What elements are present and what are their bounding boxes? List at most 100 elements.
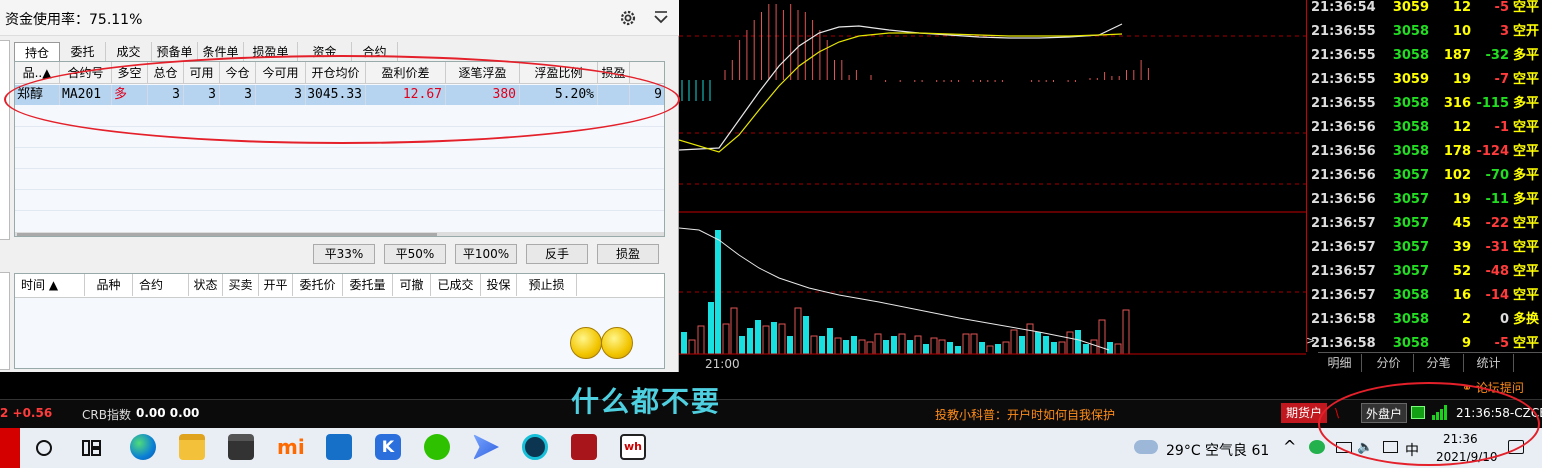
col-status[interactable]: 状态 xyxy=(189,274,223,296)
volume-icon[interactable]: 🔈 xyxy=(1357,440,1373,455)
col-available[interactable]: 可用 xyxy=(184,62,220,84)
network-icon[interactable] xyxy=(1383,441,1398,453)
wechat-icon[interactable] xyxy=(424,434,450,460)
scrollbar-thumb[interactable] xyxy=(17,233,437,236)
tick-volume: 52 xyxy=(1452,264,1471,279)
col-pre-stop[interactable]: 预止损 xyxy=(517,274,577,296)
col-filled[interactable]: 已成交 xyxy=(431,274,481,296)
media-icon[interactable] xyxy=(522,434,548,460)
search-icon[interactable] xyxy=(36,440,52,456)
close-50-button[interactable]: 平50% xyxy=(384,244,446,264)
volume-bar xyxy=(803,316,809,354)
mi-icon[interactable]: mi xyxy=(277,434,305,460)
wenhua-icon[interactable]: wh xyxy=(620,434,646,460)
col-stop-profit[interactable]: 损盈 xyxy=(598,62,630,84)
tab-funds[interactable]: 资金 xyxy=(298,42,352,62)
gear-icon[interactable] xyxy=(619,9,637,27)
mail-icon[interactable] xyxy=(326,434,352,460)
battery-icon[interactable] xyxy=(1336,442,1352,453)
tick-volume: 12 xyxy=(1452,120,1471,135)
tab-detail[interactable]: 明细 xyxy=(1318,354,1362,372)
start-area[interactable] xyxy=(0,428,20,468)
close-33-button[interactable]: 平33% xyxy=(313,244,375,264)
horizontal-scrollbar[interactable] xyxy=(15,232,664,236)
notification-icon[interactable] xyxy=(1508,440,1524,454)
col-time[interactable]: 时间 ▲ xyxy=(15,274,85,296)
investor-tip[interactable]: 投教小科普：开户时如何自我保护 xyxy=(935,406,1115,423)
close-100-button[interactable]: 平100% xyxy=(455,244,517,264)
file-explorer-icon[interactable] xyxy=(179,434,205,460)
col-order-qty[interactable]: 委托量 xyxy=(343,274,393,296)
col-avg-price[interactable]: 开仓均价 xyxy=(306,62,366,84)
tab-contracts[interactable]: 合约 xyxy=(352,42,398,62)
tick-oi-change: -115 xyxy=(1476,96,1509,111)
col-float-profit[interactable]: 逐笔浮盈 xyxy=(446,62,520,84)
col-today-available[interactable]: 今可用 xyxy=(256,62,306,84)
tab-conditional-orders[interactable]: 条件单 xyxy=(198,42,244,62)
cell-total: 3 xyxy=(148,85,184,105)
volume-bar xyxy=(1107,342,1113,354)
volume-bar xyxy=(827,328,833,354)
volume-bar xyxy=(970,333,978,355)
crb-label: CRB指数 xyxy=(82,408,131,422)
col-today[interactable]: 今仓 xyxy=(220,62,256,84)
cell-contract: MA201 xyxy=(62,85,112,105)
volume-bar xyxy=(1035,332,1041,354)
col-side[interactable]: 多空 xyxy=(112,62,148,84)
col-contract[interactable]: 合约号 xyxy=(60,62,112,84)
taskbar-time[interactable]: 21:36 xyxy=(1443,432,1478,446)
table-row[interactable]: 郑醇 MA201 多 3 3 3 3 3045.33 12.67 380 5.2… xyxy=(15,85,664,105)
tick-oi-change: -124 xyxy=(1476,144,1509,159)
stop-profit-button[interactable]: 损盈 xyxy=(597,244,659,264)
col-product[interactable]: 品..▲ xyxy=(15,62,60,84)
tick-type: 空平 xyxy=(1513,288,1540,303)
chevron-down-icon[interactable] xyxy=(652,9,670,27)
k-app-icon[interactable]: K xyxy=(375,434,401,460)
tick-row: 21:36:57 3057 52 -48 空平 xyxy=(1307,260,1542,284)
volume-bar xyxy=(1010,329,1018,355)
task-view-icon[interactable] xyxy=(82,438,102,458)
forum-link[interactable]: ⚭ 论坛提问 xyxy=(1462,379,1524,396)
wechat-tray-icon[interactable] xyxy=(1309,440,1325,454)
tab-trades[interactable]: 成交 xyxy=(106,42,152,62)
volume-bar xyxy=(1043,336,1049,354)
futures-account-button[interactable]: 期货户 xyxy=(1281,403,1327,423)
tab-stop-orders[interactable]: 损盈单 xyxy=(244,42,298,62)
tick-oi-change: -1 xyxy=(1494,120,1509,135)
reverse-button[interactable]: 反手 xyxy=(526,244,588,264)
col-hedge[interactable]: 投保 xyxy=(481,274,517,296)
tick-time: 21:36:56 xyxy=(1311,144,1376,159)
edge-icon[interactable] xyxy=(130,434,156,460)
weather-text[interactable]: 29°C 空气良 61 xyxy=(1166,440,1269,460)
col-contract[interactable]: 合约 xyxy=(133,274,189,296)
tab-positions[interactable]: 持仓 xyxy=(14,42,60,62)
volume-bar xyxy=(810,335,818,355)
col-variety[interactable]: 品种 xyxy=(85,274,133,296)
col-open-close[interactable]: 开平 xyxy=(259,274,293,296)
trading-app-icon[interactable] xyxy=(571,434,597,460)
tick-type: 多平 xyxy=(1513,48,1540,63)
chevron-up-icon[interactable]: ^ xyxy=(1283,437,1296,456)
taskbar-date[interactable]: 2021/9/10 xyxy=(1436,450,1498,464)
tick-price: 3058 xyxy=(1392,120,1429,135)
screen: 资金使用率：75.11% 持仓 委托 成交 预备单 条件单 损盈单 资金 合约 xyxy=(0,0,1542,468)
ime-indicator[interactable]: 中 xyxy=(1405,440,1419,460)
volume-bar xyxy=(1066,331,1074,355)
store-icon[interactable] xyxy=(228,434,254,460)
volume-bar xyxy=(1090,339,1098,355)
col-cancelable[interactable]: 可撤 xyxy=(393,274,431,296)
outer-account-button[interactable]: 外盘户 xyxy=(1361,403,1407,423)
tab-ticks[interactable]: 分笔 xyxy=(1414,354,1464,372)
tab-prepared-orders[interactable]: 预备单 xyxy=(152,42,198,62)
tab-orders[interactable]: 委托 xyxy=(60,42,106,62)
col-total[interactable]: 总仓 xyxy=(148,62,184,84)
tab-price-dist[interactable]: 分价 xyxy=(1364,354,1414,372)
tick-time: 21:36:55 xyxy=(1311,72,1376,87)
tab-stats[interactable]: 统计 xyxy=(1464,354,1514,372)
tick-volume: 102 xyxy=(1443,168,1471,183)
col-float-ratio[interactable]: 浮盈比例 xyxy=(520,62,598,84)
col-buy-sell[interactable]: 买卖 xyxy=(223,274,259,296)
trading-panel: 资金使用率：75.11% 持仓 委托 成交 预备单 条件单 损盈单 资金 合约 xyxy=(0,0,679,380)
col-order-price[interactable]: 委托价 xyxy=(293,274,343,296)
col-profit-diff[interactable]: 盈利价差 xyxy=(366,62,446,84)
